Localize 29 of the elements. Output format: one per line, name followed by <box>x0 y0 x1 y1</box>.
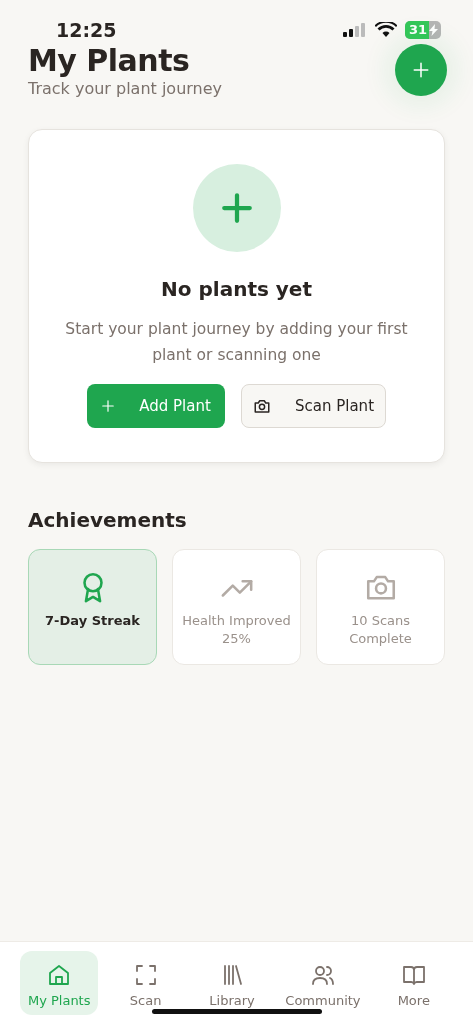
tab-item[interactable]: Library <box>192 951 272 1015</box>
camera-icon <box>253 397 271 415</box>
section-title: Achievements <box>28 507 188 534</box>
achievement-label: 10 Scans Complete <box>348 612 413 648</box>
signal-icon <box>342 23 367 37</box>
page-title: My Plants <box>28 44 191 77</box>
scan-icon <box>133 962 158 987</box>
empty-message: Start your plant journey by adding your first plant or scanning one <box>64 319 409 366</box>
plus-icon <box>219 191 254 225</box>
achievement-label: Health Improved 25% <box>181 612 292 648</box>
plus-icon <box>412 61 430 79</box>
add-button[interactable] <box>395 44 447 96</box>
achievement-card[interactable]: Health Improved 25% <box>172 549 301 665</box>
wifi-icon <box>374 22 397 38</box>
status-time: 12:25 <box>56 17 117 43</box>
achievement-card[interactable]: 10 Scans Complete <box>316 549 445 665</box>
achievement-card[interactable]: 7-Day Streak <box>28 549 157 665</box>
achievement-label: 7-Day Streak <box>44 612 141 630</box>
home-icon <box>47 962 72 987</box>
empty-title: No plants yet <box>160 276 313 303</box>
scan-plant-button[interactable]: Scan Plant <box>241 384 386 428</box>
tab-item[interactable]: My Plants <box>20 951 99 1015</box>
add-plant-button[interactable]: Add Plant <box>87 384 225 428</box>
tab-item[interactable]: Scan <box>106 951 185 1015</box>
plus-icon <box>101 399 116 413</box>
tab-item[interactable]: More <box>374 951 453 1015</box>
battery-icon: 31 <box>404 21 441 39</box>
page-subtitle: Track your plant journey <box>28 78 223 100</box>
tab-item[interactable]: Community <box>279 951 367 1015</box>
